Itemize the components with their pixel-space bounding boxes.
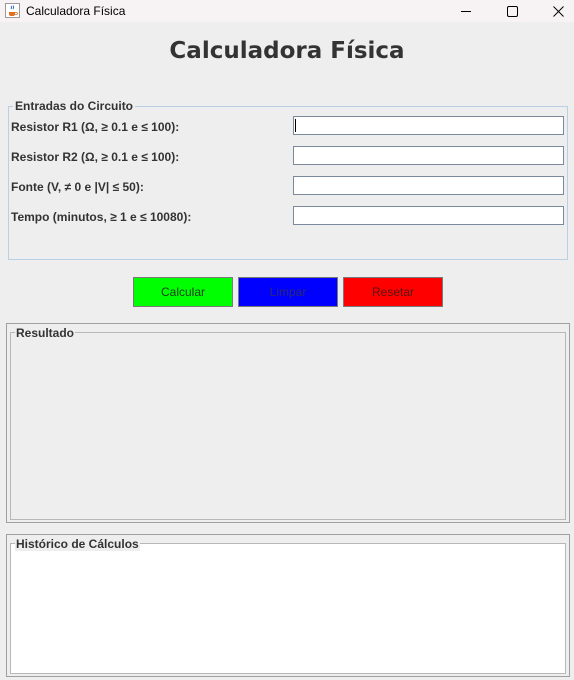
maximize-icon xyxy=(506,5,518,17)
r2-input[interactable] xyxy=(293,146,564,165)
calculate-button[interactable]: Calcular xyxy=(133,277,233,307)
reset-button[interactable]: Resetar xyxy=(343,277,443,307)
history-legend: Histórico de Cálculos xyxy=(15,537,140,551)
result-legend: Resultado xyxy=(15,326,76,340)
time-input[interactable] xyxy=(293,206,564,225)
minimize-button[interactable] xyxy=(443,0,489,22)
close-button[interactable] xyxy=(535,0,574,22)
voltage-input[interactable] xyxy=(293,176,564,195)
circuit-inputs-legend: Entradas do Circuito xyxy=(13,99,136,113)
r1-input[interactable] xyxy=(293,116,564,135)
time-label: Tempo (minutos, ≥ 1 e ≤ 10080): xyxy=(11,210,192,224)
text-caret xyxy=(295,119,296,132)
clear-button[interactable]: Limpar xyxy=(238,277,338,307)
java-cup-icon xyxy=(5,3,20,18)
result-area[interactable] xyxy=(10,332,566,520)
history-panel: Histórico de Cálculos xyxy=(6,534,570,677)
history-text-area[interactable] xyxy=(10,543,566,674)
app-window: Calculadora Física Calculadora Física En… xyxy=(0,0,574,680)
minimize-icon xyxy=(461,11,471,12)
page-title: Calculadora Física xyxy=(169,38,405,64)
r2-label: Resistor R2 (Ω, ≥ 0.1 e ≤ 100): xyxy=(11,150,180,164)
r1-label: Resistor R1 (Ω, ≥ 0.1 e ≤ 100): xyxy=(11,120,180,134)
voltage-label: Fonte (V, ≠ 0 e |V| ≤ 50): xyxy=(11,180,144,194)
maximize-button[interactable] xyxy=(489,0,535,22)
window-title: Calculadora Física xyxy=(26,4,126,18)
title-bar: Calculadora Física xyxy=(0,0,574,22)
close-icon xyxy=(552,5,564,17)
result-panel: Resultado xyxy=(6,323,570,523)
